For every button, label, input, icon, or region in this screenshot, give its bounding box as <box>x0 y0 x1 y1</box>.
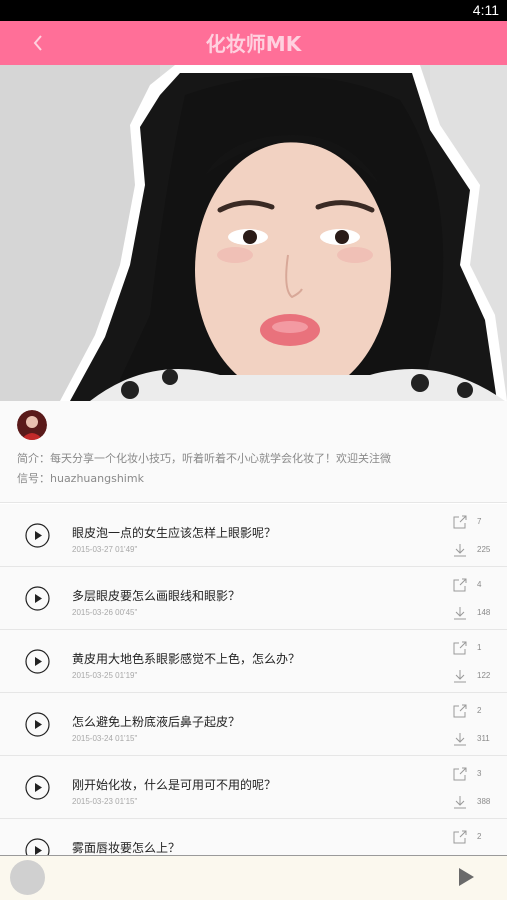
share-count: 4 <box>477 580 482 589</box>
app-bar: 化妆师MK <box>0 21 507 65</box>
profile-section: 简介：每天分享一个化妆小技巧，听着听着不小心就学会化妆了！欢迎关注微信号：hua… <box>0 401 507 503</box>
share-count: 2 <box>477 706 482 715</box>
status-time: 4:11 <box>472 2 499 18</box>
mini-player <box>0 855 507 900</box>
download-icon[interactable] <box>453 606 467 620</box>
play-icon[interactable] <box>456 866 476 888</box>
download-count: 311 <box>477 734 490 743</box>
episode-meta: 2015-03-25 01'19" <box>72 671 138 680</box>
episode-title: 怎么避免上粉底液后鼻子起皮？ <box>72 715 241 729</box>
episode-row[interactable]: 怎么避免上粉底液后鼻子起皮？ 2015-03-24 01'15" 2 311 <box>0 693 507 756</box>
play-circle-icon[interactable] <box>25 838 50 855</box>
episode-title: 黄皮用大地色系眼影感觉不上色，怎么办？ <box>72 652 301 666</box>
episode-row[interactable]: 黄皮用大地色系眼影感觉不上色，怎么办？ 2015-03-25 01'19" 1 … <box>0 630 507 693</box>
download-count: 225 <box>477 545 491 554</box>
share-icon[interactable] <box>453 515 467 529</box>
share-count: 1 <box>477 643 482 652</box>
download-count: 122 <box>477 671 491 680</box>
play-circle-icon[interactable] <box>25 712 50 737</box>
play-circle-icon[interactable] <box>25 649 50 674</box>
episode-title: 雾面唇妆要怎么上？ <box>72 841 181 855</box>
share-icon[interactable] <box>453 704 467 718</box>
share-count: 2 <box>477 832 482 841</box>
episode-title: 眼皮泡一点的女生应该怎样上眼影呢？ <box>72 526 277 540</box>
download-count: 388 <box>477 797 491 806</box>
episode-meta: 2015-03-26 00'45" <box>72 608 138 617</box>
episode-row[interactable]: 雾面唇妆要怎么上？ 2 <box>0 819 507 855</box>
episode-meta: 2015-03-23 01'15" <box>72 797 138 806</box>
download-icon[interactable] <box>453 543 467 557</box>
download-count: 148 <box>477 608 491 617</box>
episode-list: 眼皮泡一点的女生应该怎样上眼影呢？ 2015-03-27 01'49" 7 22… <box>0 504 507 855</box>
episode-row[interactable]: 眼皮泡一点的女生应该怎样上眼影呢？ 2015-03-27 01'49" 7 22… <box>0 504 507 567</box>
download-icon[interactable] <box>453 795 467 809</box>
page-title: 化妆师MK <box>205 32 302 56</box>
avatar[interactable] <box>17 410 47 440</box>
share-count: 7 <box>477 517 482 526</box>
play-circle-icon[interactable] <box>25 586 50 611</box>
cover-image <box>0 65 507 401</box>
episode-row[interactable]: 刚开始化妆，什么是可用可不用的呢？ 2015-03-23 01'15" 3 38… <box>0 756 507 819</box>
player-thumbnail[interactable] <box>10 860 45 895</box>
share-icon[interactable] <box>453 578 467 592</box>
download-icon[interactable] <box>453 669 467 683</box>
play-circle-icon[interactable] <box>25 523 50 548</box>
download-icon[interactable] <box>453 732 467 746</box>
share-icon[interactable] <box>453 767 467 781</box>
episode-meta: 2015-03-27 01'49" <box>72 545 138 554</box>
episode-row[interactable]: 多层眼皮要怎么画眼线和眼影？ 2015-03-26 00'45" 4 148 <box>0 567 507 630</box>
episode-meta: 2015-03-24 01'15" <box>72 734 138 743</box>
status-bar: 4:11 <box>0 0 507 21</box>
share-count: 3 <box>477 769 482 778</box>
episode-title: 刚开始化妆，什么是可用可不用的呢？ <box>72 778 277 792</box>
play-circle-icon[interactable] <box>25 775 50 800</box>
share-icon[interactable] <box>453 830 467 844</box>
episode-title: 多层眼皮要怎么画眼线和眼影？ <box>72 589 241 603</box>
channel-intro: 简介：每天分享一个化妆小技巧，听着听着不小心就学会化妆了！欢迎关注微信号：hua… <box>17 452 391 485</box>
share-icon[interactable] <box>453 641 467 655</box>
